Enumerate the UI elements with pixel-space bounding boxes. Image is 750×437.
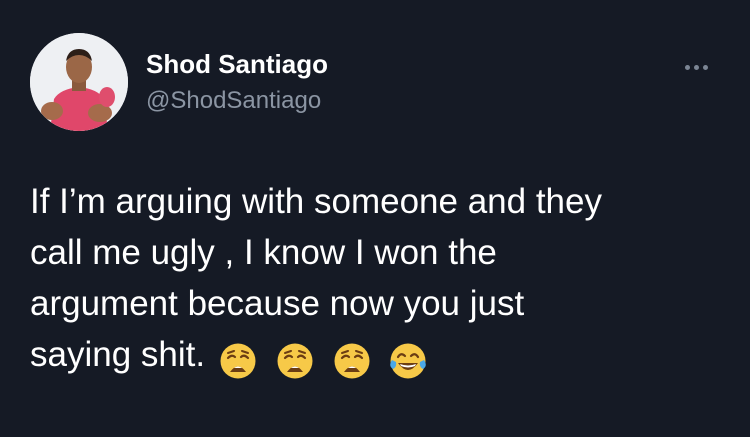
tweet-text-line-last: saying shit. bbox=[30, 329, 730, 380]
tweet-text-line: saying shit. bbox=[30, 335, 206, 374]
tweet-text-line: argument because now you just bbox=[30, 284, 525, 323]
tweet-text-line: call me ugly , I know I won the bbox=[30, 233, 497, 272]
weary-face-icon bbox=[276, 342, 314, 380]
weary-face-icon bbox=[333, 342, 371, 380]
tweet-card: Shod Santiago @ShodSantiago If I’m argui… bbox=[0, 0, 750, 437]
tweet-text-line: If I’m arguing with someone and they bbox=[30, 182, 602, 221]
profile-photo-icon bbox=[30, 33, 128, 131]
author-display-name[interactable]: Shod Santiago bbox=[146, 49, 328, 79]
weary-face-icon bbox=[219, 342, 257, 380]
author-handle[interactable]: @ShodSantiago bbox=[146, 87, 321, 115]
author-avatar[interactable] bbox=[30, 33, 128, 131]
emoji-row bbox=[219, 333, 436, 378]
more-horizontal-icon bbox=[684, 64, 690, 70]
more-options-button[interactable] bbox=[676, 55, 716, 79]
more-horizontal-icon-dot bbox=[693, 64, 699, 70]
tweet-text: If I’m arguing with someone and they cal… bbox=[30, 176, 730, 380]
more-horizontal-icon-dot bbox=[702, 64, 708, 70]
face-with-tears-of-joy-icon bbox=[389, 342, 427, 380]
